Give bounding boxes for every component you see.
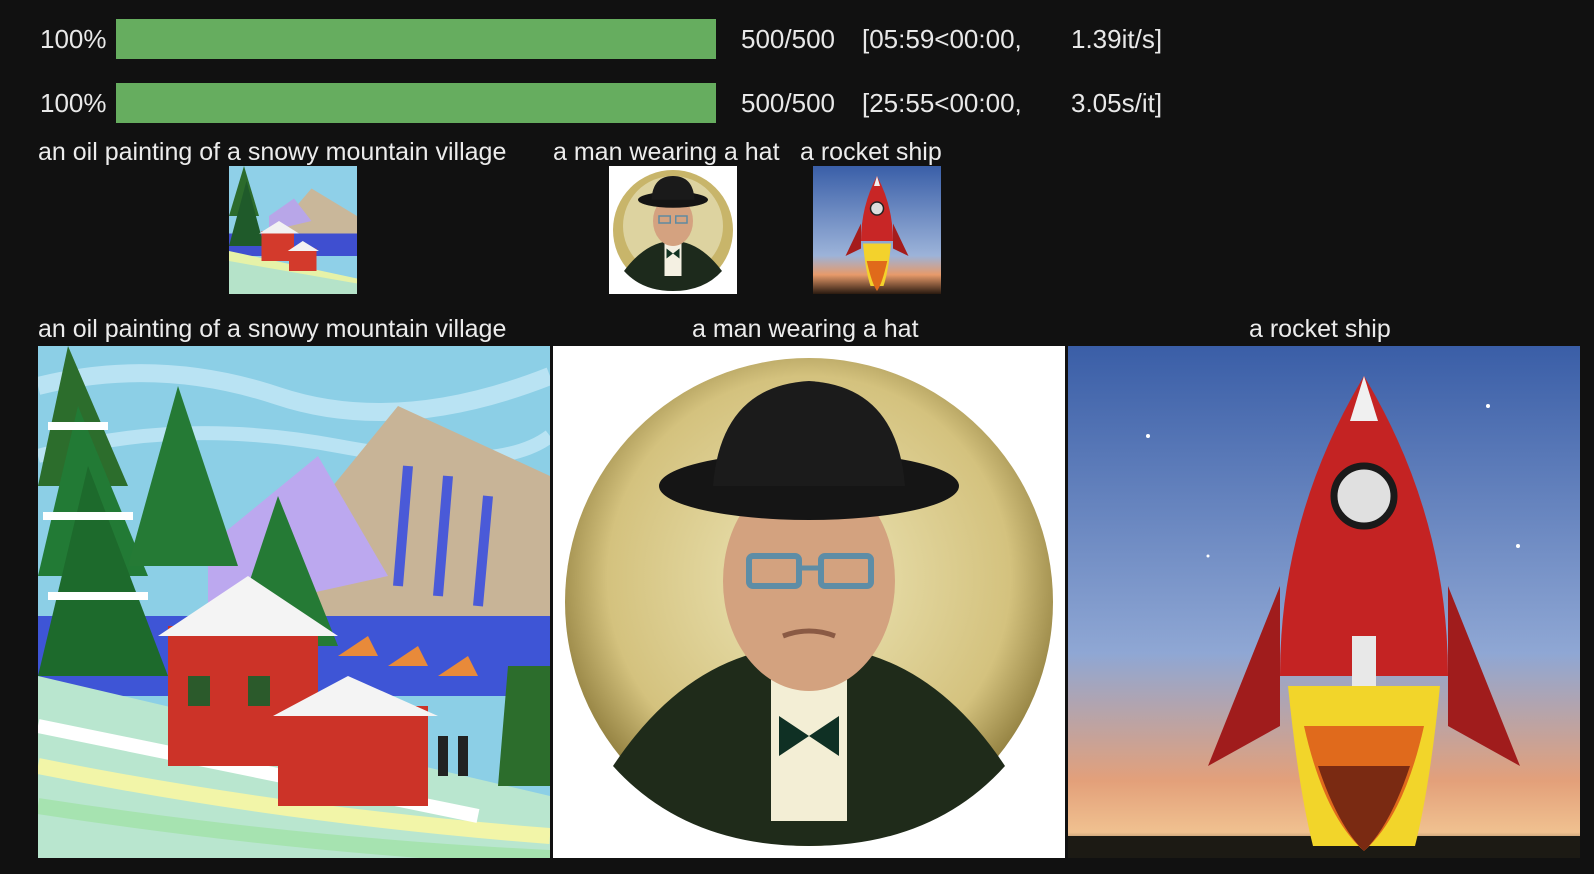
progress-track xyxy=(116,19,716,59)
progress-rate: 1.39it/s] xyxy=(1071,24,1163,54)
result-caption-man: a man wearing a hat xyxy=(692,315,919,343)
progress-percent: 100% xyxy=(40,24,107,54)
progress-count: 500/500 xyxy=(741,24,835,54)
progress-fill xyxy=(116,19,716,59)
progress-timing: [05:59<00:00, xyxy=(862,24,1022,54)
thumbnail-rocket-image xyxy=(813,166,941,294)
thumbnail-caption-rocket: a rocket ship xyxy=(800,138,942,166)
result-man-image xyxy=(553,346,1065,858)
man-portrait-art xyxy=(553,346,1065,858)
thumbnail-caption-village: an oil painting of a snowy mountain vill… xyxy=(38,138,507,166)
progress-track xyxy=(116,83,716,123)
progress-bar-row-1: 100% 500/500 [05:59<00:00, 1.39it/s] xyxy=(0,17,1594,61)
man-portrait-art xyxy=(609,166,737,294)
progress-timing: [25:55<00:00, xyxy=(862,88,1022,118)
progress-percent: 100% xyxy=(40,88,107,118)
village-painting-art xyxy=(38,346,550,858)
progress-count: 500/500 xyxy=(741,88,835,118)
result-caption-rocket: a rocket ship xyxy=(1249,315,1391,343)
thumbnail-village-image xyxy=(229,166,357,294)
thumbnail-man-image xyxy=(609,166,737,294)
village-painting-art xyxy=(229,166,357,294)
result-village-image xyxy=(38,346,550,858)
progress-bar-row-2: 100% 500/500 [25:55<00:00, 3.05s/it] xyxy=(0,81,1594,125)
result-rocket-image xyxy=(1068,346,1580,858)
progress-fill xyxy=(116,83,716,123)
rocket-art xyxy=(813,166,941,294)
result-caption-village: an oil painting of a snowy mountain vill… xyxy=(38,315,507,343)
thumbnail-caption-man: a man wearing a hat xyxy=(553,138,780,166)
rocket-art xyxy=(1068,346,1580,858)
progress-rate: 3.05s/it] xyxy=(1071,88,1163,118)
